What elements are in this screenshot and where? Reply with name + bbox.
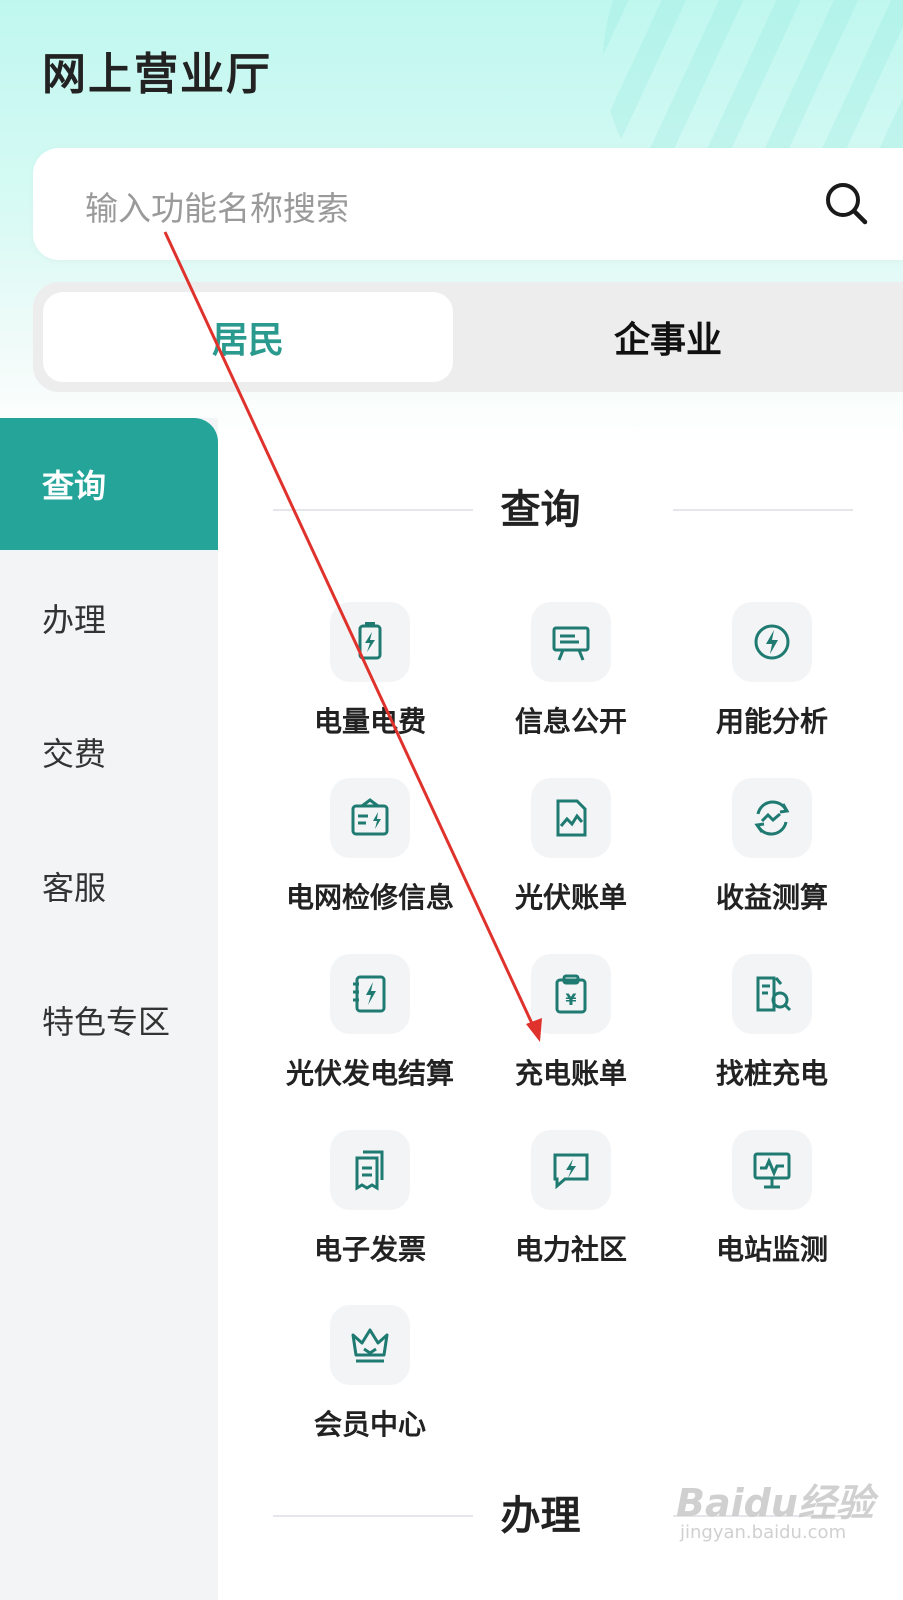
battery-bolt-icon [330, 602, 410, 682]
page-title: 网上营业厅 [42, 49, 272, 100]
billboard-icon [531, 602, 611, 682]
tab-resident[interactable]: 居民 [43, 292, 453, 382]
watermark-text: Baidu经验 [676, 1481, 874, 1525]
function-item-energy-analysis[interactable]: 用能分析 [672, 602, 872, 742]
function-item-e-invoice[interactable]: 电子发票 [270, 1130, 470, 1270]
function-item-profit-calc[interactable]: 收益测算 [672, 778, 872, 918]
sidebar-item-handle[interactable]: 办理 [0, 552, 218, 684]
svg-text:¥: ¥ [565, 990, 576, 1009]
function-item-power-community[interactable]: 电力社区 [471, 1130, 671, 1270]
function-item-pv-bill[interactable]: 光伏账单 [471, 778, 671, 918]
function-item-member-center[interactable]: 会员中心 [270, 1305, 470, 1445]
watermark-url: jingyan.baidu.com [680, 1522, 847, 1543]
pv-chart-icon [531, 778, 611, 858]
function-item-find-charger[interactable]: 找桩充电 [672, 954, 872, 1094]
find-charger-icon [732, 954, 812, 1034]
profit-cycle-icon [732, 778, 812, 858]
search-placeholder: 输入功能名称搜索 [85, 189, 349, 228]
section-title: 查询 [500, 487, 581, 533]
function-label: 找桩充电 [715, 1057, 828, 1090]
sidebar-item-service[interactable]: 客服 [0, 820, 218, 952]
function-item-info-disclosure[interactable]: 信息公开 [471, 602, 671, 742]
search-icon[interactable] [821, 178, 871, 228]
function-item-grid-maintenance[interactable]: 电网检修信息 [270, 778, 470, 918]
station-monitor-icon [732, 1130, 812, 1210]
sidebar-item-special[interactable]: 特色专区 [0, 954, 218, 1086]
function-label: 电站监测 [715, 1233, 828, 1266]
function-item-electricity-bill[interactable]: 电量电费 [270, 602, 470, 742]
sidebar-item-query[interactable]: 查询 [0, 418, 218, 550]
sidebar-item-payment[interactable]: 交费 [0, 686, 218, 818]
function-label: 收益测算 [715, 881, 828, 914]
community-chat-icon [531, 1130, 611, 1210]
crown-icon [330, 1305, 410, 1385]
energy-gauge-icon [732, 602, 812, 682]
pv-notebook-icon [330, 954, 410, 1034]
function-item-station-monitor[interactable]: 电站监测 [672, 1130, 872, 1270]
function-item-charging-bill[interactable]: ¥ 充电账单 [471, 954, 671, 1094]
user-type-switch: 居民 企事业 [33, 282, 903, 392]
maintenance-board-icon [330, 778, 410, 858]
function-item-pv-settlement[interactable]: 光伏发电结算 [270, 954, 470, 1094]
search-input[interactable]: 输入功能名称搜索 [33, 148, 903, 260]
category-sidebar: 查询 办理 交费 客服 特色专区 [0, 418, 218, 1600]
function-label: 用能分析 [715, 705, 828, 738]
function-label: 会员中心 [313, 1408, 426, 1441]
baidu-watermark: Baidu经验 jingyan.baidu.com [676, 1472, 876, 1552]
e-invoice-icon [330, 1130, 410, 1210]
charge-bill-icon: ¥ [531, 954, 611, 1034]
section-header-query: 查询 [218, 480, 903, 540]
tab-enterprise[interactable]: 企事业 [463, 292, 873, 382]
